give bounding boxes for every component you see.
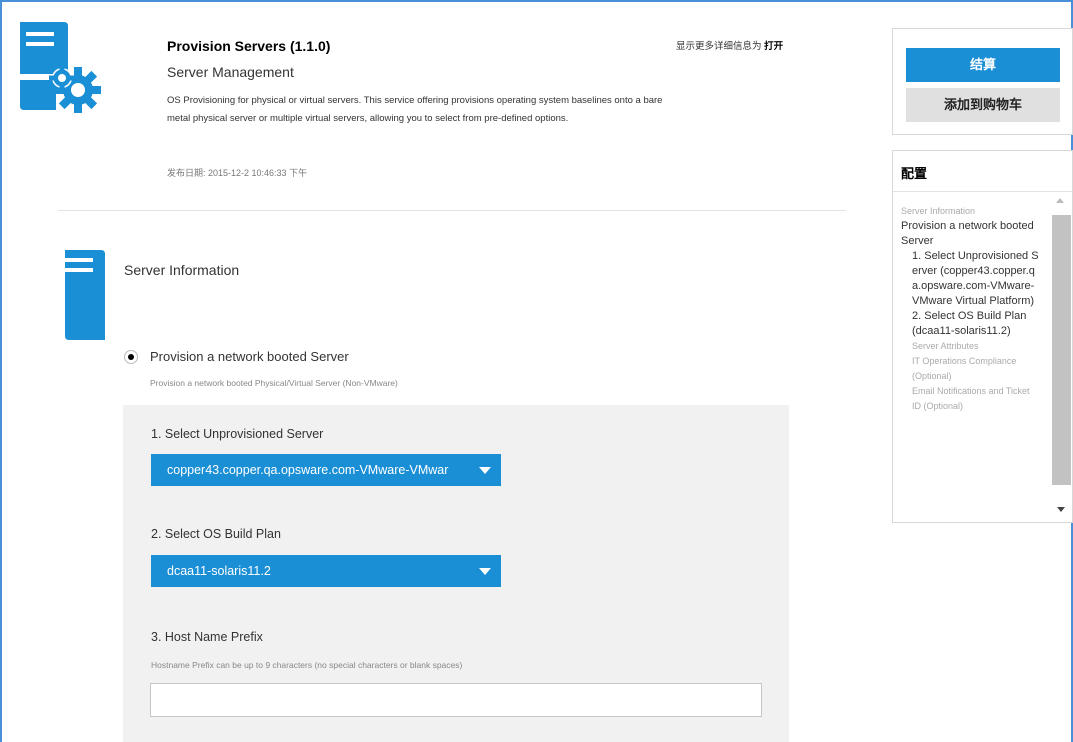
provision-option-radio[interactable] [124,350,138,364]
host-prefix-label: 3. Host Name Prefix [151,630,263,644]
show-more-link[interactable]: 打开 [764,41,783,52]
provision-option-hint: Provision a network booted Physical/Virt… [150,378,398,388]
config-item[interactable]: IT Operations Compliance (Optional) [901,354,1041,384]
config-item[interactable]: 2. Select OS Build Plan (dcaa11-solaris1… [901,309,1041,339]
publish-date: 发布日期: 2015-12-2 10:46:33 下午 [167,168,308,178]
config-item[interactable]: Provision a network booted Server [901,219,1041,249]
service-subtitle: Server Management [167,64,294,80]
build-plan-select[interactable]: dcaa11-solaris11.2 [151,555,501,587]
config-item[interactable]: Server Attributes [901,339,1041,354]
build-plan-value: dcaa11-solaris11.2 [167,564,271,578]
config-item[interactable]: 1. Select Unprovisioned Server (copper43… [901,249,1041,309]
service-description: OS Provisioning for physical or virtual … [167,95,663,124]
server-select-value: copper43.copper.qa.opsware.com-VMware-VM… [167,463,449,477]
config-item[interactable]: Server Information [901,204,1041,219]
config-divider [893,191,1072,192]
chevron-down-icon[interactable] [479,568,491,575]
provision-option-label[interactable]: Provision a network booted Server [150,349,349,364]
show-more-details[interactable]: 显示更多详细信息为 打开 [676,38,783,52]
config-item[interactable]: Email Notifications and Ticket ID (Optio… [901,384,1041,414]
server-select-label: 1. Select Unprovisioned Server [151,427,324,441]
scroll-down-icon[interactable] [1057,507,1065,512]
header-divider [58,210,846,211]
server-gear-icon [20,22,101,113]
host-prefix-input[interactable] [150,683,762,717]
add-to-cart-button[interactable]: 添加到购物车 [906,88,1060,122]
chevron-down-icon[interactable] [479,467,491,474]
config-title: 配置 [901,166,928,181]
scroll-up-icon[interactable] [1056,198,1064,203]
build-plan-label: 2. Select OS Build Plan [151,527,281,541]
server-select[interactable]: copper43.copper.qa.opsware.com-VMware-VM… [151,454,501,486]
service-title: Provision Servers (1.1.0) [167,38,331,54]
section-title: Server Information [124,262,240,278]
config-list: Server Information Provision a network b… [901,204,1041,414]
checkout-button[interactable]: 结算 [906,48,1060,82]
host-prefix-hint: Hostname Prefix can be up to 9 character… [151,660,463,670]
scrollbar-thumb[interactable] [1052,215,1071,485]
server-icon [65,250,105,340]
show-more-text: 显示更多详细信息为 [676,41,762,52]
